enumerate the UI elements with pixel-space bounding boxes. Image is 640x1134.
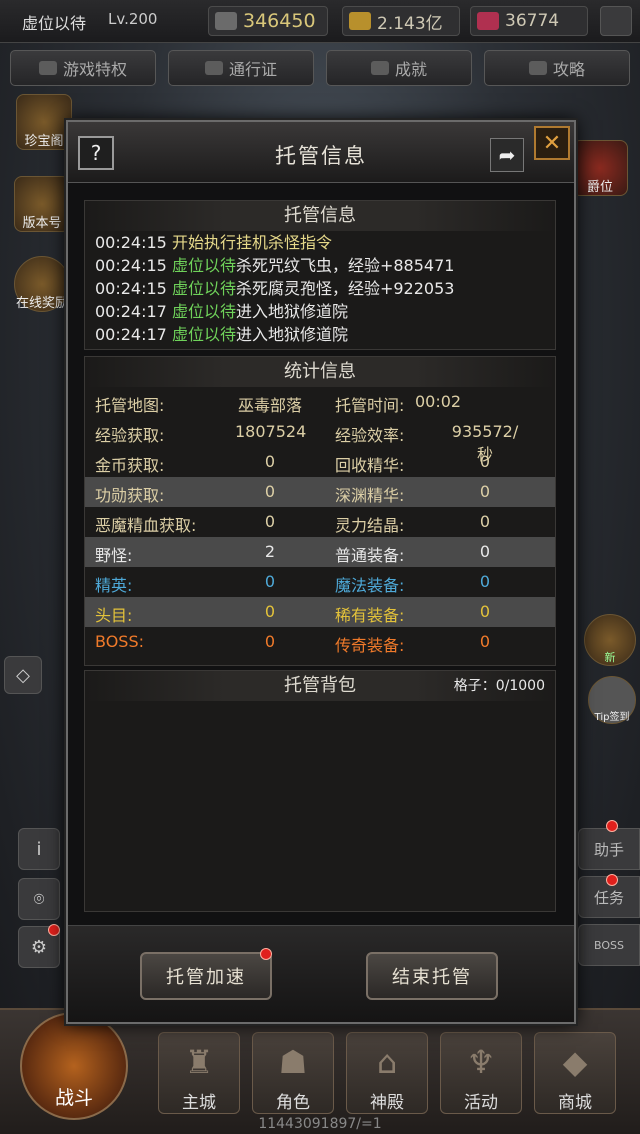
online-reward-button[interactable]: 在线奖励 <box>14 256 70 312</box>
stat-row: 野怪: 2 普通装备: 0 <box>85 537 555 567</box>
info-icon: i <box>36 838 42 860</box>
player-id: 11443091897/=1 <box>258 1116 382 1132</box>
notification-dot <box>606 820 618 832</box>
swords-icon <box>215 12 237 30</box>
nav-shop[interactable]: ◆ 商城 <box>534 1032 616 1114</box>
chevron-left-icon: ◇ <box>16 664 30 686</box>
gold-value: 2.143亿 <box>377 13 443 34</box>
stat-row: 金币获取: 0 回收精华: 0 <box>95 452 491 475</box>
top-status-bar: 虚位以待 Lv.200 346450 2.143亿 36774 <box>0 0 640 43</box>
menu-button[interactable] <box>600 6 632 36</box>
diamond-icon <box>38 61 57 75</box>
crown-icon <box>204 61 223 75</box>
share-button[interactable]: ➦ <box>490 138 524 172</box>
gear-icon: ⚙ <box>30 936 48 958</box>
nav-character[interactable]: ☗ 角色 <box>252 1032 334 1114</box>
notification-dot <box>48 924 60 936</box>
sign-in-button[interactable]: Tip签到 <box>588 676 636 724</box>
gold-currency[interactable]: 2.143亿 <box>342 6 460 36</box>
gold-icon <box>349 12 371 30</box>
stats-title: 统计信息 <box>85 357 555 387</box>
notification-dot <box>260 948 272 960</box>
bag-slots: 格子：0/1000 <box>453 678 545 694</box>
combat-power: 346450 <box>208 6 328 36</box>
dialog-header: ? 托管信息 ➦ ✕ <box>68 122 574 183</box>
stat-row: 头目: 0 稀有装备: 0 <box>85 597 555 627</box>
boss-button[interactable]: BOSS <box>578 924 640 966</box>
expand-arrow-button[interactable]: ◇ <box>4 656 42 694</box>
helmet-icon: ☗ <box>278 1043 308 1081</box>
version-button[interactable]: 版本号 <box>14 176 70 232</box>
stat-row: 托管地图: 巫毒部落 托管时间: 00:02 <box>95 392 462 415</box>
treasure-button[interactable]: 珍宝阁 <box>16 94 72 150</box>
log-line: 00:24:15 虚位以待杀死腐灵孢怪，经验+922053 <box>95 279 455 298</box>
book-icon <box>528 61 547 75</box>
end-auto-button[interactable]: 结束托管 <box>366 952 498 1000</box>
close-button[interactable]: ✕ <box>534 126 570 160</box>
stat-row: BOSS: 0 传奇装备: 0 <box>95 632 491 655</box>
bag-title: 托管背包 格子：0/1000 <box>85 671 555 701</box>
tab-privilege[interactable]: 游戏特权 <box>10 50 156 86</box>
nav-main-city[interactable]: ♜ 主城 <box>158 1032 240 1114</box>
log-line: 00:24:17 虚位以待进入地狱修道院 <box>95 302 348 321</box>
log-line: 00:24:15 虚位以待杀死咒纹飞虫，经验+885471 <box>95 256 455 275</box>
log-title: 托管信息 <box>85 201 555 231</box>
nav-activity[interactable]: ♆ 活动 <box>440 1032 522 1114</box>
log-line: 00:24:17 虚位以待进入地狱修道院 <box>95 325 348 344</box>
close-icon: ✕ <box>542 130 562 156</box>
gem-icon <box>477 12 499 30</box>
log-panel: 托管信息 00:24:15 开始执行挂机杀怪指令 00:24:15 虚位以待杀死… <box>84 200 556 350</box>
speedup-button[interactable]: 托管加速 <box>140 952 272 1000</box>
assistant-button[interactable]: 助手 <box>578 828 640 870</box>
location-button[interactable]: ⌾ <box>18 878 60 920</box>
player-level: Lv.200 <box>108 10 158 28</box>
demon-icon: ♆ <box>466 1043 496 1081</box>
notification-dot <box>606 874 618 886</box>
chat-button[interactable]: 新 <box>584 614 636 666</box>
rank-button[interactable]: 爵位 <box>572 140 628 196</box>
nav-temple[interactable]: ⌂ 神殿 <box>346 1032 428 1114</box>
stat-row: 恶魔精血获取: 0 灵力结晶: 0 <box>95 512 491 535</box>
combat-power-value: 346450 <box>243 10 316 32</box>
auto-battle-dialog: ? 托管信息 ➦ ✕ 托管信息 00:24:15 开始执行挂机杀怪指令 00:2… <box>66 120 576 1024</box>
trophy-icon <box>370 61 389 75</box>
temple-icon: ⌂ <box>376 1043 398 1081</box>
feature-tabs: 游戏特权 通行证 成就 攻略 <box>10 50 630 86</box>
stat-row: 精英: 0 魔法装备: 0 <box>95 572 491 595</box>
pin-icon: ⌾ <box>33 888 45 910</box>
stat-row: 功勋获取: 0 深渊精华: 0 <box>85 477 555 507</box>
castle-icon: ♜ <box>184 1043 214 1081</box>
player-name: 虚位以待 <box>22 14 87 33</box>
gem-value: 36774 <box>505 11 560 31</box>
log-line: 00:24:15 开始执行挂机杀怪指令 <box>95 233 332 252</box>
bag-panel: 托管背包 格子：0/1000 <box>84 670 556 912</box>
diamond-icon: ◆ <box>562 1043 588 1081</box>
info-button[interactable]: i <box>18 828 60 870</box>
tab-guide[interactable]: 攻略 <box>484 50 630 86</box>
gem-currency[interactable]: 36774 <box>470 6 588 36</box>
dialog-footer: 托管加速 结束托管 <box>68 925 574 1022</box>
tab-pass[interactable]: 通行证 <box>168 50 314 86</box>
stat-row: 经验获取: 1807524 经验效率: 935572/秒 <box>95 422 519 464</box>
stats-panel: 统计信息 托管地图: 巫毒部落 托管时间: 00:02 经验获取: 180752… <box>84 356 556 666</box>
share-arrow-icon: ➦ <box>498 143 516 167</box>
tab-achievement[interactable]: 成就 <box>326 50 472 86</box>
battle-button[interactable]: 战斗 <box>20 1012 128 1120</box>
